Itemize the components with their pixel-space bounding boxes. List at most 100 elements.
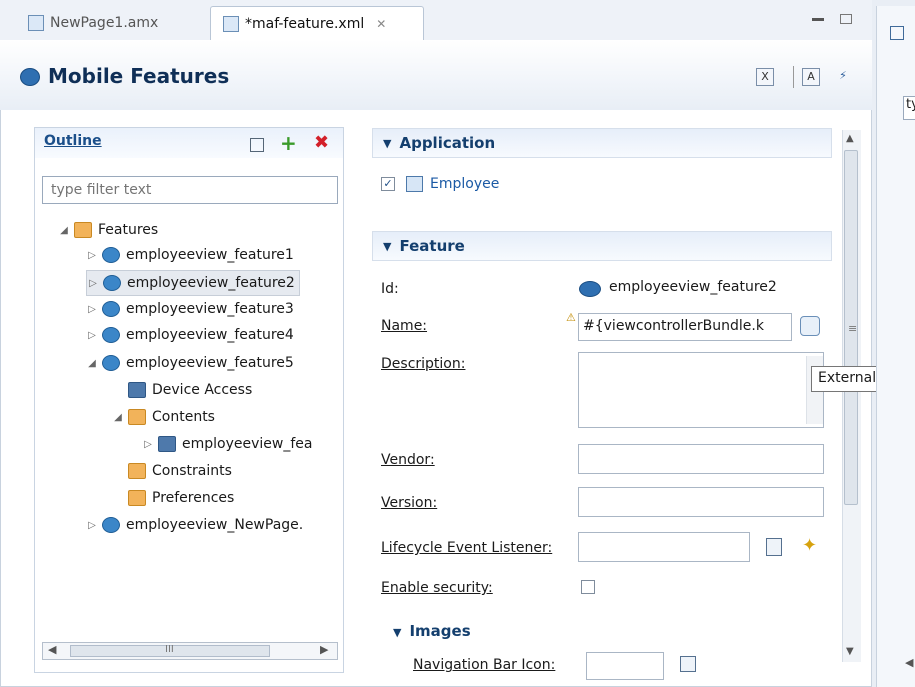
feature-icon — [102, 355, 120, 371]
scroll-left-icon[interactable]: ◀ — [48, 643, 56, 656]
expanded-twisty-icon[interactable]: ◢ — [112, 412, 124, 423]
outline-view-icon[interactable] — [890, 26, 904, 40]
tree-item-label: employeeview_feature4 — [126, 327, 294, 343]
browse-icon[interactable] — [680, 656, 696, 672]
expanded-twisty-icon[interactable]: ◢ — [86, 358, 98, 369]
section-title: Application — [399, 134, 496, 152]
application-icon — [406, 176, 423, 192]
tree-item-label: employeeview_feature1 — [126, 247, 294, 263]
scroll-grip: ≡ — [848, 322, 858, 335]
tree-item-label: Contents — [152, 409, 215, 425]
description-field[interactable] — [578, 352, 824, 428]
collapsed-twisty-icon[interactable]: ▷ — [87, 278, 99, 289]
expand-icon: ▼ — [383, 239, 392, 253]
tree-item-label: employeeview_feature3 — [126, 301, 294, 317]
nav-icon-label: Navigation Bar Icon: — [413, 657, 556, 673]
tree-item-label: employeeview_feature2 — [127, 275, 295, 291]
warning-icon: ⚠ — [566, 311, 576, 324]
employee-checkbox[interactable]: ✓ — [381, 177, 395, 191]
tree-item[interactable]: ▷ employeeview_feature4 — [86, 323, 294, 347]
version-label: Version: — [381, 495, 438, 511]
add-icon[interactable]: + — [280, 133, 297, 153]
tab-maf-feature[interactable]: *maf-feature.xml ✕ — [210, 6, 424, 40]
nav-icon-field[interactable] — [586, 652, 664, 680]
folder-icon — [74, 222, 92, 238]
scroll-down-icon[interactable]: ▼ — [846, 646, 854, 657]
tree-item[interactable]: ◢ Contents — [112, 405, 215, 429]
scroll-up-icon[interactable]: ▲ — [846, 133, 854, 144]
outline-title: Outline — [44, 133, 102, 149]
tree-item[interactable]: ▷ employeeview_feature3 — [86, 297, 294, 321]
tree-item[interactable]: ▷ employeeview_fea — [142, 432, 312, 456]
security-checkbox[interactable] — [581, 580, 595, 594]
tree-item-label: Features — [98, 222, 159, 238]
maximize-icon[interactable] — [840, 14, 852, 24]
tree-item-label: Device Access — [152, 382, 253, 398]
images-section-header[interactable]: ▼ Images — [393, 622, 471, 640]
tree-item[interactable]: ▷ employeeview_NewPage. — [86, 513, 303, 537]
feature-icon — [102, 247, 120, 263]
tools-icon[interactable]: ⚡ — [834, 68, 852, 86]
minimize-icon[interactable] — [812, 18, 824, 21]
tree-item[interactable]: ◢ employeeview_feature5 — [86, 351, 294, 375]
folder-icon — [128, 490, 146, 506]
id-label: Id: — [381, 281, 399, 297]
right-filter-input[interactable]: ty — [903, 96, 915, 120]
description-label: Description: — [381, 356, 466, 372]
scroll-grip: III — [165, 644, 174, 655]
close-tab-icon[interactable]: ✕ — [376, 17, 386, 31]
tree-item-label: employeeview_NewPage. — [126, 517, 304, 533]
tab-newpage1[interactable]: NewPage1.amx — [16, 6, 170, 40]
security-label: Enable security: — [381, 580, 493, 596]
tree-item-label: employeeview_feature5 — [126, 355, 294, 371]
collapse-all-icon[interactable] — [250, 138, 264, 152]
section-title: Images — [409, 622, 471, 640]
content-icon — [158, 436, 176, 452]
features-icon — [20, 68, 40, 86]
vendor-label: Vendor: — [381, 452, 435, 468]
version-field[interactable] — [578, 487, 824, 517]
employee-link[interactable]: Employee — [430, 176, 499, 192]
collapsed-twisty-icon[interactable]: ▷ — [142, 439, 154, 450]
collapsed-twisty-icon[interactable]: ▷ — [86, 304, 98, 315]
vendor-field[interactable] — [578, 444, 824, 474]
feature-section-header[interactable]: ▼ Feature — [372, 231, 832, 261]
deploy-icon[interactable]: A — [802, 68, 820, 86]
tree-item-label: employeeview_fea — [182, 436, 313, 452]
delete-icon[interactable]: ✖ — [314, 133, 329, 153]
feature-icon — [102, 517, 120, 533]
application-section-header[interactable]: ▼ Application — [372, 128, 832, 158]
collapsed-twisty-icon[interactable]: ▷ — [86, 520, 98, 531]
lifecycle-field[interactable] — [578, 532, 750, 562]
create-class-icon[interactable]: ✦ — [802, 535, 817, 556]
collapsed-twisty-icon[interactable]: ▷ — [86, 330, 98, 341]
tab-label: *maf-feature.xml — [245, 15, 365, 32]
scroll-right-icon[interactable]: ▶ — [320, 643, 328, 656]
scroll-left-icon[interactable]: ◀ — [905, 656, 913, 669]
filter-input[interactable] — [42, 176, 338, 204]
device-access-icon — [128, 382, 146, 398]
tree-item-label: Preferences — [152, 490, 235, 506]
tree-item[interactable]: ▷ employeeview_feature2 — [86, 270, 300, 296]
feature-icon — [102, 327, 120, 343]
tree-item-label: Constraints — [152, 463, 232, 479]
xml-source-icon[interactable]: X — [756, 68, 774, 86]
tab-label: NewPage1.amx — [50, 15, 159, 31]
tree-item[interactable]: Preferences — [112, 486, 234, 510]
tree-item[interactable]: ▷ employeeview_feature1 — [86, 243, 294, 267]
browse-icon[interactable] — [766, 538, 782, 556]
externalize-icon[interactable] — [800, 316, 820, 336]
id-value: employeeview_feature2 — [609, 279, 777, 295]
name-label: Name: — [381, 318, 428, 334]
tree-item[interactable]: Device Access — [112, 378, 252, 402]
folder-icon — [128, 409, 146, 425]
name-value: #{viewcontrollerBundle.k — [583, 318, 764, 334]
expanded-twisty-icon[interactable]: ◢ — [58, 225, 70, 236]
section-title: Feature — [399, 237, 465, 255]
feature-icon — [102, 301, 120, 317]
tree-item[interactable]: ◢ Features — [58, 218, 158, 242]
amx-file-icon — [28, 15, 44, 31]
collapsed-twisty-icon[interactable]: ▷ — [86, 250, 98, 261]
page-title: Mobile Features — [48, 64, 230, 88]
tree-item[interactable]: Constraints — [112, 459, 232, 483]
